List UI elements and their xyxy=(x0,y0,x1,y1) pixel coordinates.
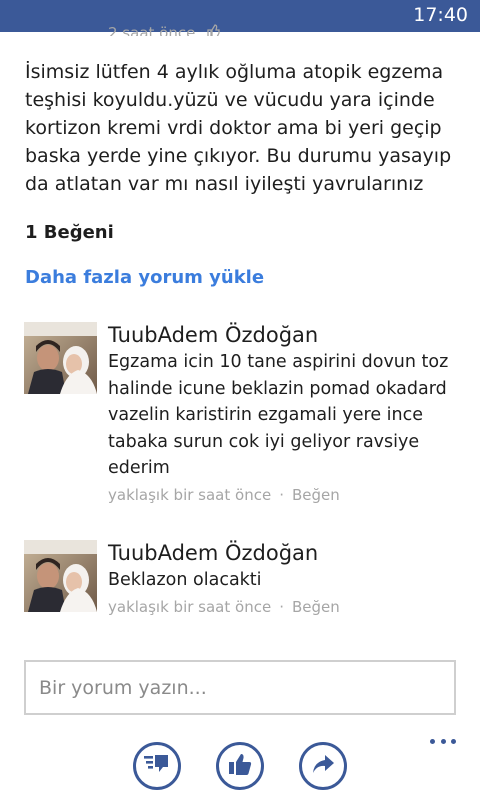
load-more-comments-link[interactable]: Daha fazla yorum yükle xyxy=(25,267,264,288)
comment-meta: yaklaşık bir saat önce · Beğen xyxy=(108,597,464,617)
comments-button[interactable] xyxy=(133,742,181,790)
comments-icon xyxy=(143,752,171,780)
comment-meta: yaklaşık bir saat önce · Beğen xyxy=(108,485,464,505)
comment-author[interactable]: TuubAdem Özdoğan xyxy=(108,540,464,566)
thumbs-up-icon xyxy=(227,752,253,780)
meta-separator: · xyxy=(279,597,284,616)
comment-input[interactable] xyxy=(26,662,454,713)
previous-comment-meta: 2 saat önce xyxy=(108,22,220,36)
comment-text: Egzama icin 10 tane aspirini dovun toz h… xyxy=(108,352,449,478)
like-button[interactable] xyxy=(216,742,264,790)
avatar[interactable] xyxy=(24,322,97,394)
ellipsis-icon xyxy=(451,738,456,744)
comment-time: yaklaşık bir saat önce xyxy=(108,485,272,504)
post-text: İsimsiz lütfen 4 aylık oğluma atopik egz… xyxy=(25,61,452,195)
like-mini-icon xyxy=(206,22,220,36)
comment-text: Beklazon olacakti xyxy=(108,570,262,590)
comment-time: yaklaşık bir saat önce xyxy=(108,597,272,616)
comment-content: TuubAdem Özdoğan Egzama icin 10 tane asp… xyxy=(108,322,464,505)
ellipsis-icon xyxy=(440,738,446,744)
comment-like-link[interactable]: Beğen xyxy=(292,598,340,616)
comment-like-link[interactable]: Beğen xyxy=(292,486,340,504)
comment-author[interactable]: TuubAdem Özdoğan xyxy=(108,322,464,348)
share-arrow-icon xyxy=(311,753,335,779)
post-likes-count[interactable]: 1 Beğeni xyxy=(25,222,114,243)
previous-comment-time: 2 saat önce xyxy=(108,24,196,36)
meta-separator: · xyxy=(279,485,284,504)
app-bar xyxy=(0,730,480,800)
comment-input-box xyxy=(24,660,456,715)
comment-content: TuubAdem Özdoğan Beklazon olacakti yakla… xyxy=(108,540,464,617)
ellipsis-icon xyxy=(430,738,435,744)
more-options-button[interactable] xyxy=(430,734,456,748)
avatar[interactable] xyxy=(24,540,97,612)
status-time: 17:40 xyxy=(413,4,468,26)
status-bar: 17:40 xyxy=(0,0,480,32)
share-button[interactable] xyxy=(299,742,347,790)
